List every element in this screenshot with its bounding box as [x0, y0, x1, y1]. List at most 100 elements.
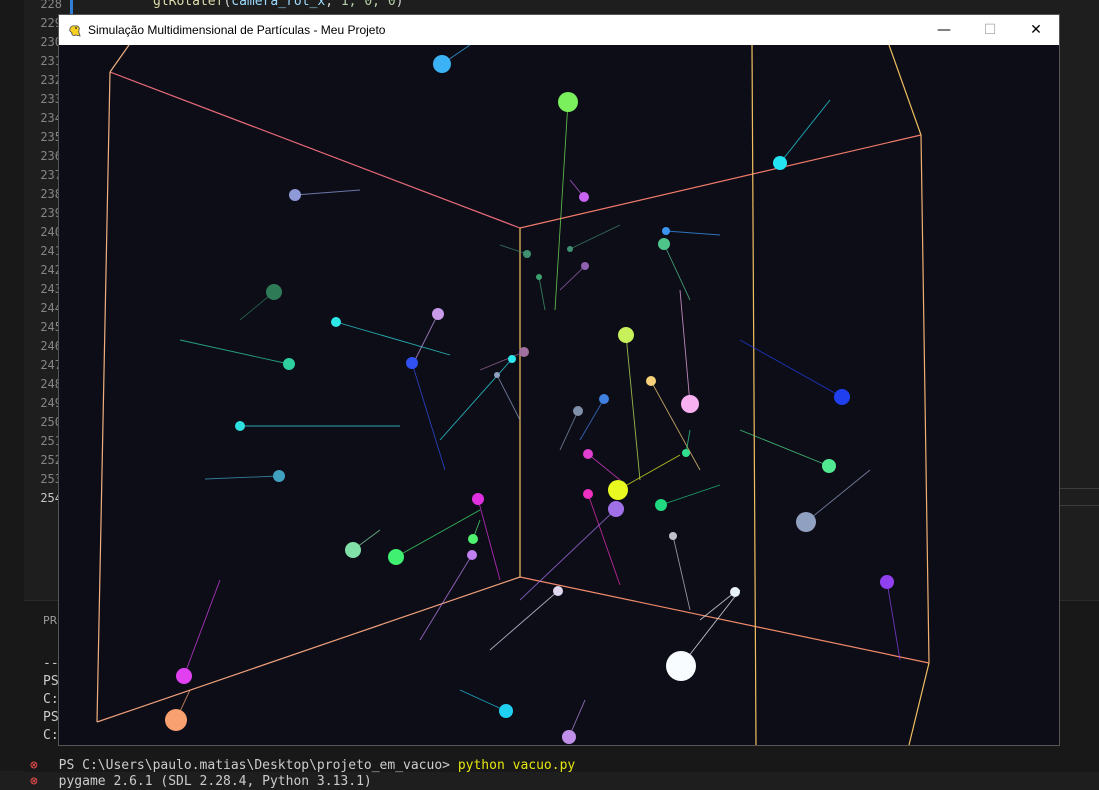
particle-trail [414, 313, 439, 361]
particle [165, 709, 187, 731]
particle-trail [179, 339, 290, 365]
maximize-button[interactable]: ☐ [967, 15, 1013, 45]
particle-trail [739, 339, 843, 398]
particle [662, 227, 670, 235]
particle [562, 730, 576, 744]
particle [669, 532, 677, 540]
particle-trail [579, 398, 605, 441]
particle [273, 470, 285, 482]
particle [499, 704, 513, 718]
particle [494, 372, 500, 378]
particle-trail [477, 498, 501, 581]
terminal-line: PS [43, 674, 59, 689]
particle-trail [660, 484, 721, 506]
particle [583, 489, 593, 499]
particle [283, 358, 295, 370]
particle [331, 317, 341, 327]
terminal-output-line: ⊗ pygame 2.6.1 (SDL 2.28.4, Python 3.13.1… [30, 774, 372, 789]
cube-edge [920, 134, 930, 664]
particle-trail [183, 579, 221, 677]
terminal-line: -- [43, 656, 59, 671]
particle-trail [499, 244, 528, 255]
particle-trail [805, 469, 871, 523]
particle [599, 394, 609, 404]
window-title: Simulação Multidimensional de Partículas… [88, 23, 386, 37]
error-icon: ⊗ [30, 758, 38, 773]
particle [822, 459, 836, 473]
particle [406, 357, 418, 369]
cube-edge [908, 662, 930, 745]
terminal-line: PS [43, 710, 59, 725]
particle-trail [699, 591, 736, 621]
particle [472, 493, 484, 505]
minimize-button[interactable]: — [921, 15, 967, 45]
particle-trail [459, 689, 507, 712]
particle-trail [886, 581, 901, 661]
activity-bar [0, 0, 24, 771]
particle [567, 246, 573, 252]
line-number-gutter: 228 229 230 231 232 233 234 235 236 237 238 239 240 2… [24, 0, 62, 505]
particle [581, 262, 589, 270]
particle [468, 534, 478, 544]
cube-edge [519, 576, 930, 664]
particle [519, 347, 529, 357]
particle-trail [519, 508, 617, 601]
line-number: 228 [40, 0, 62, 11]
particle [433, 55, 451, 73]
pygame-window[interactable]: Simulação Multidimensional de Partículas… [59, 15, 1059, 745]
particle-trail [739, 429, 830, 467]
particle-trail [663, 243, 691, 301]
particle [388, 549, 404, 565]
particle [508, 355, 516, 363]
cube-edge [519, 134, 922, 229]
particle [176, 668, 192, 684]
particle [467, 550, 477, 560]
particle [655, 499, 667, 511]
particle [583, 449, 593, 459]
particle [536, 274, 542, 280]
particle-trail [489, 590, 559, 651]
particle-trail [779, 99, 831, 164]
particle [523, 250, 531, 258]
window-titlebar[interactable]: Simulação Multidimensional de Partículas… [59, 15, 1059, 45]
close-button[interactable]: ✕ [1013, 15, 1059, 45]
particle-layer [165, 45, 901, 744]
particle [658, 238, 670, 250]
particle-trail [538, 276, 546, 311]
simulation-canvas[interactable] [59, 45, 1059, 745]
particle [681, 395, 699, 413]
particle-trail [617, 454, 681, 491]
particle [834, 389, 850, 405]
particle-trail [479, 351, 525, 371]
terminal-line: C: [43, 692, 59, 707]
python-snake-icon [69, 25, 81, 37]
particle [682, 449, 690, 457]
particle-trail [672, 535, 691, 611]
particle [553, 586, 563, 596]
divider [1060, 488, 1099, 489]
particle-trail [439, 358, 513, 441]
particle [608, 501, 624, 517]
code-line[interactable]: glRotatef(camera_rot_x, 1, 0, 0) [153, 0, 403, 9]
particle-trail [559, 265, 586, 291]
particle [266, 284, 282, 300]
particle [618, 327, 634, 343]
particle-trail [650, 380, 701, 471]
particle [573, 406, 583, 416]
particle [235, 421, 245, 431]
particle [646, 376, 656, 386]
particle-trail [569, 224, 621, 250]
particle-trail [335, 321, 451, 356]
particle [345, 542, 361, 558]
particle [666, 651, 696, 681]
particle-trail [625, 334, 641, 481]
particle-trail [395, 509, 481, 558]
cube-edge [751, 45, 757, 745]
particle [773, 156, 787, 170]
particle-trail [559, 410, 579, 451]
particle [608, 480, 628, 500]
particle [558, 92, 578, 112]
particle [796, 512, 816, 532]
particle-trail [679, 289, 691, 405]
cube-edge [888, 45, 922, 136]
